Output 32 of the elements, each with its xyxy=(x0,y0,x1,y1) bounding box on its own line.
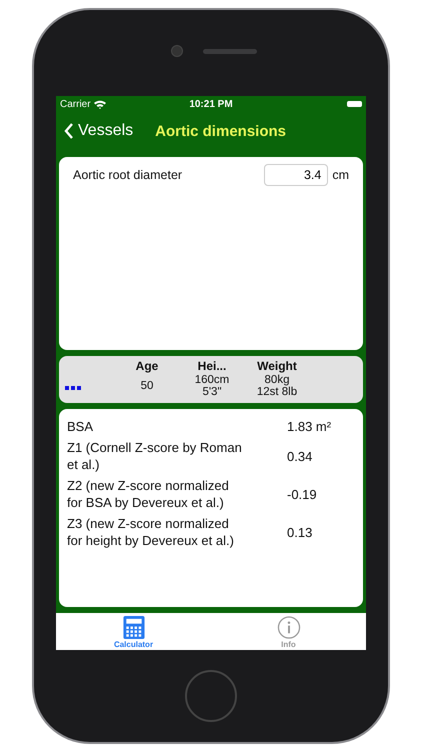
result-label: Z2 (new Z-score normalized for BSA by Devereux et al.) xyxy=(67,477,230,511)
column-header: Hei... xyxy=(198,359,226,373)
result-label: Z1 (Cornell Z-score by Roman et al.) xyxy=(67,439,243,473)
camera-icon xyxy=(171,45,183,57)
screen-title: Aortic dimensions xyxy=(155,122,286,140)
patient-value: 160cm xyxy=(194,374,230,386)
result-value: 0.13 xyxy=(287,524,312,540)
diameter-field[interactable]: 3.4 xyxy=(264,164,328,186)
carrier-label: Carrier xyxy=(60,98,91,110)
column-header: Weight xyxy=(257,359,297,373)
battery-icon xyxy=(347,101,362,107)
result-value: -0.19 xyxy=(287,486,317,502)
chevron-left-icon xyxy=(64,123,74,139)
unit-label: cm xyxy=(332,168,349,182)
speaker-icon xyxy=(203,48,257,54)
result-value: 1.83 m² xyxy=(287,418,332,435)
field-label: Aortic root diameter xyxy=(73,168,184,182)
column-header: Age xyxy=(136,359,158,373)
result-label: Z3 (new Z-score normalized for height by Devereux et al.) xyxy=(67,515,235,549)
result-label: BSA xyxy=(67,418,94,435)
tab[interactable]: Calculator xyxy=(56,613,211,650)
status-time: 10:21 PM xyxy=(188,98,234,110)
back-button[interactable]: Vessels xyxy=(60,122,138,140)
more-icon[interactable] xyxy=(65,386,81,390)
patient-value: 80kg xyxy=(264,374,290,386)
patient-value: 12st 8lb xyxy=(256,386,298,398)
result-value: 0.34 xyxy=(287,448,312,464)
info-icon xyxy=(276,616,300,639)
wifi-icon xyxy=(94,100,106,108)
patient-value: 5'3" xyxy=(202,386,222,398)
patient-value: 50 xyxy=(140,380,154,392)
calculator-icon xyxy=(122,616,144,639)
